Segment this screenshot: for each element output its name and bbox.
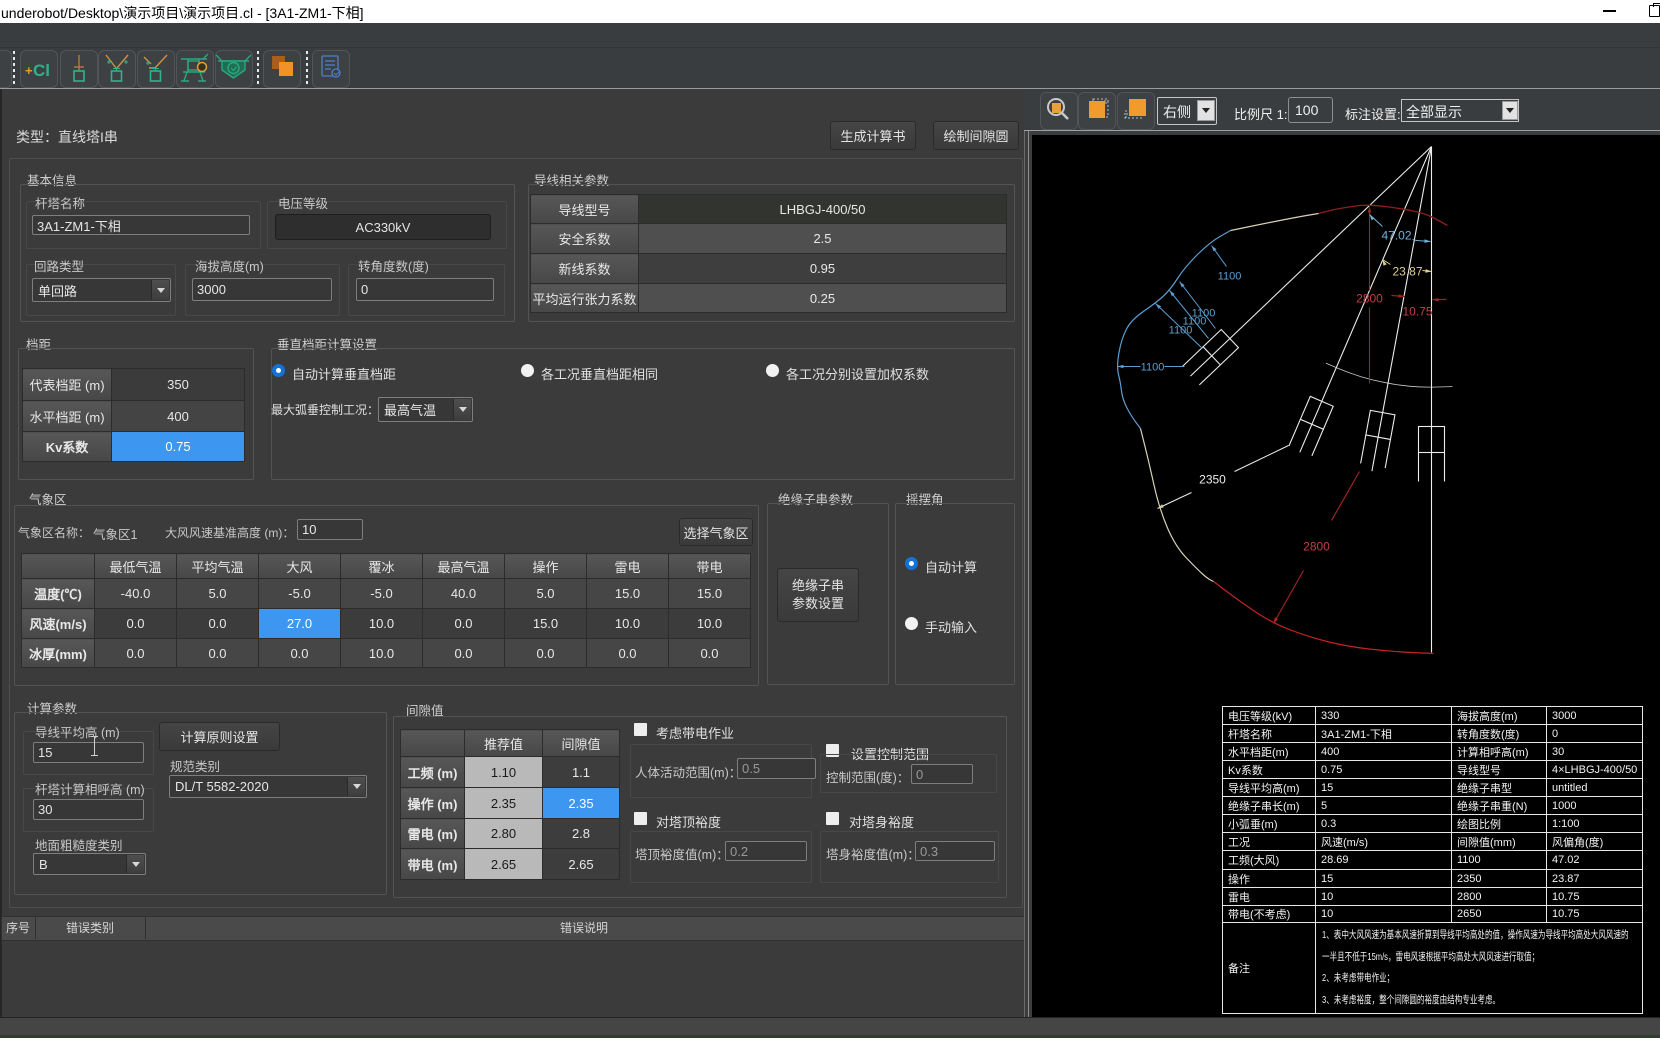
svg-text:1100: 1100 (1218, 271, 1242, 283)
svg-text:+: + (25, 63, 33, 78)
svg-text:1100: 1100 (1141, 362, 1165, 374)
svg-text:10.75: 10.75 (1402, 305, 1432, 319)
svg-text:23.87: 23.87 (1392, 265, 1422, 279)
svg-text:Cl: Cl (33, 61, 50, 80)
svg-text:47.02: 47.02 (1381, 229, 1411, 243)
svg-text:1100: 1100 (1169, 325, 1193, 337)
svg-text:2800: 2800 (1356, 292, 1383, 306)
svg-text:2800: 2800 (1303, 540, 1330, 554)
svg-text:2350: 2350 (1199, 473, 1226, 487)
